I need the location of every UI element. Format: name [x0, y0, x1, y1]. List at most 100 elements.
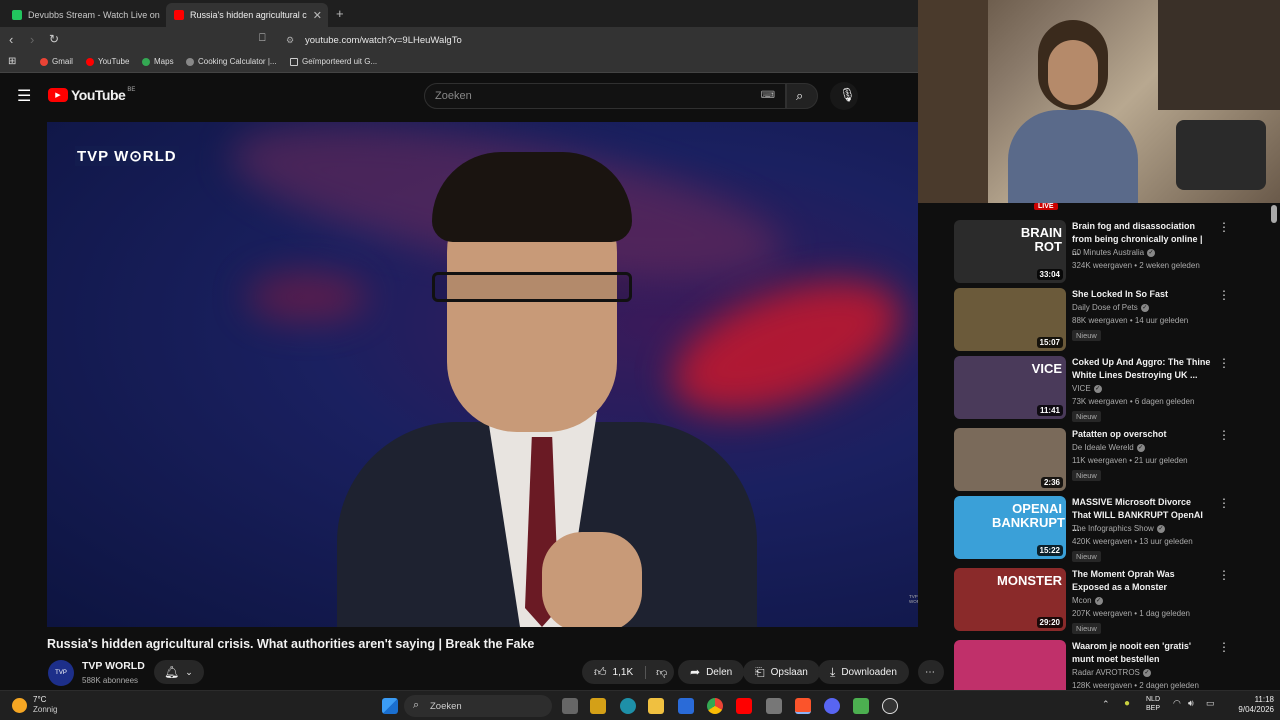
voice-search-button[interactable]: 🎙︎: [830, 82, 858, 110]
close-tab-icon[interactable]: ✕: [307, 9, 322, 22]
edge-icon[interactable]: [620, 698, 636, 714]
brave-icon[interactable]: [795, 698, 811, 714]
video-player[interactable]: TVP W⊙RLD TVP WORLD: [47, 122, 918, 627]
share-button[interactable]: ➦ Delen: [678, 660, 745, 684]
recommendation-channel[interactable]: VICE ✓: [1072, 384, 1102, 393]
app-icon[interactable]: [853, 698, 869, 714]
mail-icon[interactable]: [678, 698, 694, 714]
recommendation-title[interactable]: The Moment Oprah Was Exposed as a Monste…: [1072, 568, 1212, 594]
chevron-up-icon[interactable]: ⌃: [1102, 699, 1110, 710]
taskbar-search[interactable]: ⌕ Zoeken: [404, 695, 552, 717]
wifi-icon[interactable]: ◠: [1173, 698, 1181, 709]
more-options-icon[interactable]: ⋮: [1218, 356, 1230, 370]
recommendation-item[interactable]: 2:36 Patatten op overschot De Ideale Werel…: [954, 428, 1274, 492]
battery-icon[interactable]: ▭: [1206, 698, 1215, 709]
thumbnail-text: OPENAI BANKRUPT: [992, 501, 1065, 530]
recommendation-item[interactable]: 15:07 She Locked In So Fast Daily Dose of …: [954, 288, 1274, 352]
video-thumbnail[interactable]: 15:07: [954, 288, 1066, 351]
video-thumbnail[interactable]: VICE 11:41: [954, 356, 1066, 419]
video-thumbnail[interactable]: 2:36: [954, 428, 1066, 491]
clock[interactable]: 11:18 9/04/2026: [1220, 695, 1274, 715]
like-dislike-group: 👍︎ 1,1K 👎︎: [582, 660, 674, 684]
back-icon[interactable]: ‹: [9, 32, 13, 47]
recommendation-item[interactable]: VICE 11:41 Coked Up And Aggro: The Thine W…: [954, 356, 1274, 422]
recommendation-channel[interactable]: Radar AVROTROS ✓: [1072, 668, 1151, 677]
forward-icon[interactable]: ›: [30, 32, 34, 47]
recommendation-channel[interactable]: De Ideale Wereld ✓: [1072, 443, 1145, 452]
youtube-logo[interactable]: ▶ YouTube BE: [48, 87, 135, 103]
address-bar[interactable]: youtube.com/watch?v=9LHeuWalgTo: [305, 31, 462, 49]
bookmark-icon[interactable]: ⎕: [259, 32, 266, 45]
calculator-icon[interactable]: [766, 698, 782, 714]
recommendation-item[interactable]: MONSTER 29:20 The Moment Oprah Was Exposed…: [954, 568, 1274, 634]
search-input[interactable]: Zoeken ⌨: [424, 83, 786, 109]
discord-icon[interactable]: [824, 698, 840, 714]
video-thumbnail[interactable]: [954, 640, 1066, 690]
bookmark-gmail[interactable]: Gmail: [40, 57, 73, 66]
more-options-icon[interactable]: ⋮: [1218, 568, 1230, 582]
video-duration: 33:04: [1036, 269, 1063, 280]
language-indicator[interactable]: NLD BEP: [1146, 695, 1160, 713]
streamer-face: [1048, 40, 1098, 105]
menu-icon[interactable]: ☰: [17, 86, 31, 106]
youtube-icon: [86, 57, 94, 66]
channel-avatar[interactable]: TVP: [48, 660, 74, 686]
more-actions-button[interactable]: ⋯: [918, 660, 944, 684]
recommendation-item[interactable]: Waarom je nooit een 'gratis' munt moet b…: [954, 640, 1274, 690]
download-button[interactable]: ⤓ Downloaden: [818, 660, 909, 684]
store-icon[interactable]: [590, 698, 606, 714]
windows-start-icon[interactable]: [382, 698, 398, 714]
channel-watermark: TVP W⊙RLD: [75, 146, 179, 166]
channel-name[interactable]: TVP WORLD: [82, 660, 145, 672]
bookmark-maps[interactable]: Maps: [142, 57, 174, 66]
recommendation-channel[interactable]: The Infographics Show ✓: [1072, 524, 1165, 533]
volume-icon[interactable]: 🔊︎: [1188, 698, 1194, 709]
youtube-icon[interactable]: [736, 698, 752, 714]
more-options-icon[interactable]: ⋮: [1218, 496, 1230, 510]
recommendation-channel[interactable]: 60 Minutes Australia ✓: [1072, 248, 1156, 257]
file-explorer-icon[interactable]: [648, 698, 664, 714]
video-thumbnail[interactable]: OPENAI BANKRUPT 15:22: [954, 496, 1066, 559]
streamer-shirt: [1008, 110, 1138, 203]
tab-youtube-video[interactable]: Russia's hidden agricultural c ✕: [166, 3, 328, 27]
more-options-icon[interactable]: ⋮: [1218, 428, 1230, 442]
subscribed-notifications-button[interactable]: 🔔︎ ⌄: [154, 660, 204, 684]
more-options-icon[interactable]: ⋮: [1218, 640, 1230, 654]
recommendation-channel[interactable]: Daily Dose of Pets ✓: [1072, 303, 1149, 312]
weather-icon[interactable]: [12, 698, 27, 713]
obs-icon[interactable]: [882, 698, 898, 714]
site-info-icon[interactable]: ⚙: [286, 35, 294, 46]
like-icon[interactable]: 👍︎: [594, 665, 607, 680]
youtube-header: ☰ ▶ YouTube BE Zoeken ⌨ ⌕ 🎙︎: [0, 73, 918, 118]
tray-app-icon[interactable]: ●: [1124, 698, 1130, 709]
recommendation-title[interactable]: She Locked In So Fast: [1072, 288, 1212, 301]
windows-taskbar: 7°C Zonnig ⌕ Zoeken ⌃ ● NLD BEP ◠ 🔊︎ ▭ 1…: [0, 690, 1280, 720]
search-button[interactable]: ⌕: [786, 83, 818, 109]
recommendation-channel[interactable]: Mcon ✓: [1072, 596, 1103, 605]
scrollbar-thumb[interactable]: [1271, 205, 1277, 223]
new-tab-button[interactable]: +: [336, 6, 344, 21]
bookmark-imported-folder[interactable]: Geïmporteerd uit G...: [290, 57, 377, 66]
save-button[interactable]: ⎗ Opslaan: [743, 660, 820, 684]
recommendation-title[interactable]: Waarom je nooit een 'gratis' munt moet b…: [1072, 640, 1212, 666]
recommendation-title[interactable]: Patatten op overschot: [1072, 428, 1212, 441]
more-options-icon[interactable]: ⋮: [1218, 288, 1230, 302]
video-thumbnail[interactable]: BRAIN ROT 33:04: [954, 220, 1066, 283]
new-badge: Nieuw: [1072, 330, 1101, 341]
recommendation-item[interactable]: OPENAI BANKRUPT 15:22 MASSIVE Microsoft Di…: [954, 496, 1274, 562]
keyboard-icon[interactable]: ⌨: [761, 90, 775, 101]
chrome-icon[interactable]: [707, 698, 723, 714]
recommendation-item[interactable]: BRAIN ROT 33:04 Brain fog and disassociati…: [954, 220, 1274, 284]
task-view-icon[interactable]: [562, 698, 578, 714]
like-count[interactable]: 1,1K: [613, 667, 634, 678]
tab-devubbs[interactable]: Devubbs Stream - Watch Live on: [4, 3, 162, 27]
more-options-icon[interactable]: ⋮: [1218, 220, 1230, 234]
video-thumbnail[interactable]: MONSTER 29:20: [954, 568, 1066, 631]
dislike-icon[interactable]: 👎︎: [645, 665, 667, 679]
recommendation-title[interactable]: Coked Up And Aggro: The Thine White Line…: [1072, 356, 1212, 382]
reload-icon[interactable]: ↻: [49, 32, 59, 46]
bookmark-youtube[interactable]: YouTube: [86, 57, 129, 66]
apps-grid-icon[interactable]: ⊞: [8, 56, 16, 67]
bookmark-cooking-calculator[interactable]: Cooking Calculator |...: [186, 57, 277, 66]
video-duration: 2:36: [1040, 477, 1063, 488]
